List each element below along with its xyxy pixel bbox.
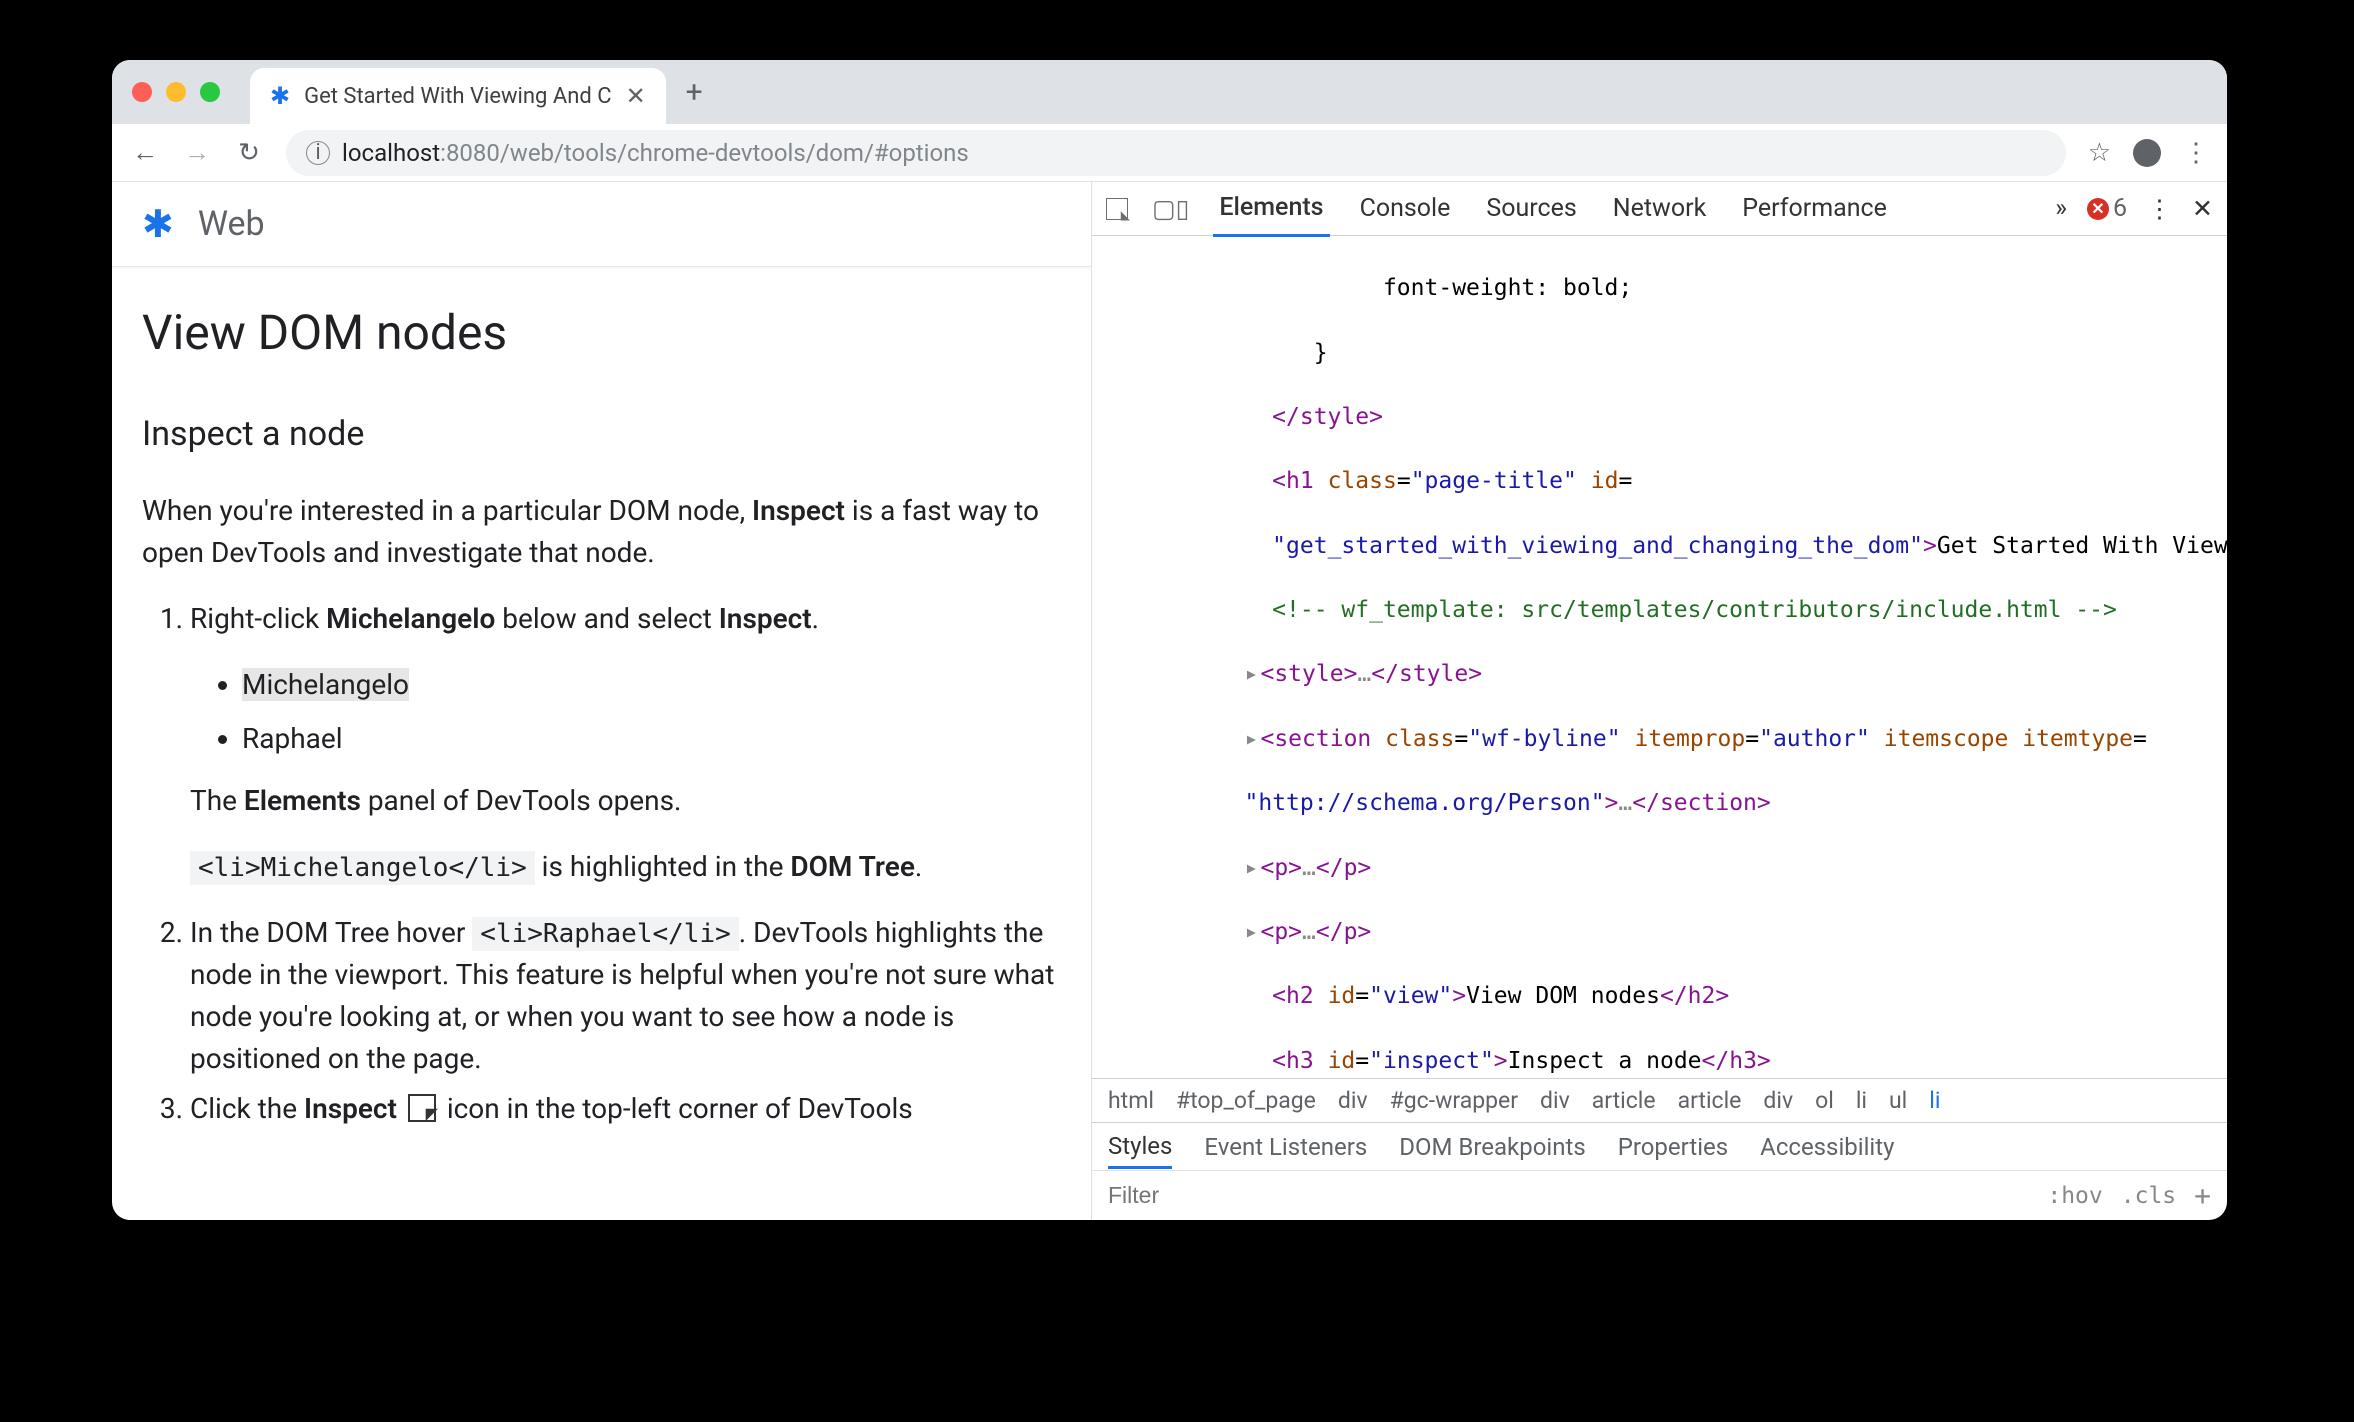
url-text: localhost:8080/web/tools/chrome-devtools… bbox=[342, 139, 969, 167]
new-style-rule-icon[interactable]: + bbox=[2194, 1179, 2211, 1212]
devtools-menu-icon[interactable]: ⋮ bbox=[2147, 194, 2172, 224]
tab-elements[interactable]: Elements bbox=[1213, 182, 1329, 237]
tab-sources[interactable]: Sources bbox=[1480, 182, 1582, 235]
page-body: View DOM nodes Inspect a node When you'r… bbox=[112, 267, 1091, 1138]
step-2: In the DOM Tree hover <li>Raphael</li>. … bbox=[190, 912, 1061, 1080]
list-item-raphael[interactable]: Raphael bbox=[242, 718, 1061, 760]
intro-paragraph: When you're interested in a particular D… bbox=[142, 490, 1061, 574]
styles-filter-bar: :hov .cls + bbox=[1092, 1170, 2227, 1220]
tab-close-icon[interactable]: ✕ bbox=[626, 82, 646, 110]
toggle-cls[interactable]: .cls bbox=[2121, 1183, 2176, 1209]
tab-strip: ✱ Get Started With Viewing And C ✕ + bbox=[112, 60, 2227, 124]
close-window-button[interactable] bbox=[132, 82, 152, 102]
steps-list: Right-click Michelangelo below and selec… bbox=[142, 598, 1061, 1130]
highlight-note: <li>Michelangelo</li> is highlighted in … bbox=[190, 846, 1061, 888]
devtools-panel: ◣ ▢▯ Elements Console Sources Network Pe… bbox=[1092, 182, 2227, 1220]
profile-icon[interactable] bbox=[2133, 139, 2161, 167]
window-controls bbox=[132, 82, 220, 102]
toolbar-right: ☆ ⋮ bbox=[2088, 138, 2209, 168]
tab-styles[interactable]: Styles bbox=[1108, 1132, 1172, 1169]
minimize-window-button[interactable] bbox=[166, 82, 186, 102]
elements-breadcrumb[interactable]: html #top_of_page div #gc-wrapper div ar… bbox=[1092, 1078, 2227, 1122]
toggle-hov[interactable]: :hov bbox=[2047, 1183, 2102, 1209]
forward-button[interactable]: → bbox=[182, 137, 212, 168]
new-tab-button[interactable]: + bbox=[686, 75, 703, 110]
menu-icon[interactable]: ⋮ bbox=[2183, 138, 2209, 168]
back-button[interactable]: ← bbox=[130, 137, 160, 168]
maximize-window-button[interactable] bbox=[200, 82, 220, 102]
tab-properties[interactable]: Properties bbox=[1618, 1133, 1728, 1161]
tab-performance[interactable]: Performance bbox=[1736, 182, 1893, 235]
page-viewport: ✱ Web View DOM nodes Inspect a node When… bbox=[112, 182, 1092, 1220]
step-1: Right-click Michelangelo below and selec… bbox=[190, 598, 1061, 888]
tab-network[interactable]: Network bbox=[1607, 182, 1712, 235]
content-row: ✱ Web View DOM nodes Inspect a node When… bbox=[112, 182, 2227, 1220]
tab-favicon-icon: ✱ bbox=[270, 82, 290, 110]
tab-event-listeners[interactable]: Event Listeners bbox=[1204, 1133, 1367, 1161]
turtle-list: Michelangelo Raphael bbox=[190, 664, 1061, 760]
more-tabs-icon[interactable]: » bbox=[2055, 194, 2067, 223]
inspect-icon bbox=[408, 1094, 436, 1122]
browser-tab[interactable]: ✱ Get Started With Viewing And C ✕ bbox=[250, 68, 666, 124]
tab-dom-breakpoints[interactable]: DOM Breakpoints bbox=[1399, 1133, 1585, 1161]
browser-toolbar: ← → ↻ i localhost:8080/web/tools/chrome-… bbox=[112, 124, 2227, 182]
inspect-element-icon[interactable]: ◣ bbox=[1106, 198, 1128, 220]
error-badge[interactable]: ✕6 bbox=[2087, 194, 2127, 223]
tab-console[interactable]: Console bbox=[1354, 182, 1457, 235]
styles-tab-bar: Styles Event Listeners DOM Breakpoints P… bbox=[1092, 1122, 2227, 1170]
reload-button[interactable]: ↻ bbox=[234, 138, 264, 168]
tab-title: Get Started With Viewing And C bbox=[304, 84, 611, 109]
site-logo-icon: ✱ bbox=[142, 202, 174, 247]
tab-accessibility[interactable]: Accessibility bbox=[1760, 1133, 1894, 1161]
elements-tree[interactable]: font-weight: bold; } </style> <h1 class=… bbox=[1092, 236, 2227, 1078]
page-h1: View DOM nodes bbox=[142, 297, 1061, 369]
elements-panel-note: The Elements panel of DevTools opens. bbox=[190, 780, 1061, 822]
site-info-icon[interactable]: i bbox=[306, 141, 330, 165]
address-bar[interactable]: i localhost:8080/web/tools/chrome-devtoo… bbox=[286, 130, 2066, 176]
bookmark-icon[interactable]: ☆ bbox=[2088, 138, 2111, 168]
page-h2: Inspect a node bbox=[142, 409, 1061, 460]
devtools-tab-bar: ◣ ▢▯ Elements Console Sources Network Pe… bbox=[1092, 182, 2227, 236]
list-item-michelangelo[interactable]: Michelangelo bbox=[242, 664, 1061, 706]
page-header: ✱ Web bbox=[112, 182, 1091, 267]
styles-filter-input[interactable] bbox=[1108, 1182, 2029, 1209]
device-toolbar-icon[interactable]: ▢▯ bbox=[1152, 194, 1189, 224]
step-3: Click the Inspect icon in the top-left c… bbox=[190, 1088, 1061, 1130]
browser-window: ✱ Get Started With Viewing And C ✕ + ← →… bbox=[112, 60, 2227, 1220]
devtools-close-icon[interactable]: ✕ bbox=[2192, 194, 2213, 224]
site-brand: Web bbox=[198, 204, 265, 244]
